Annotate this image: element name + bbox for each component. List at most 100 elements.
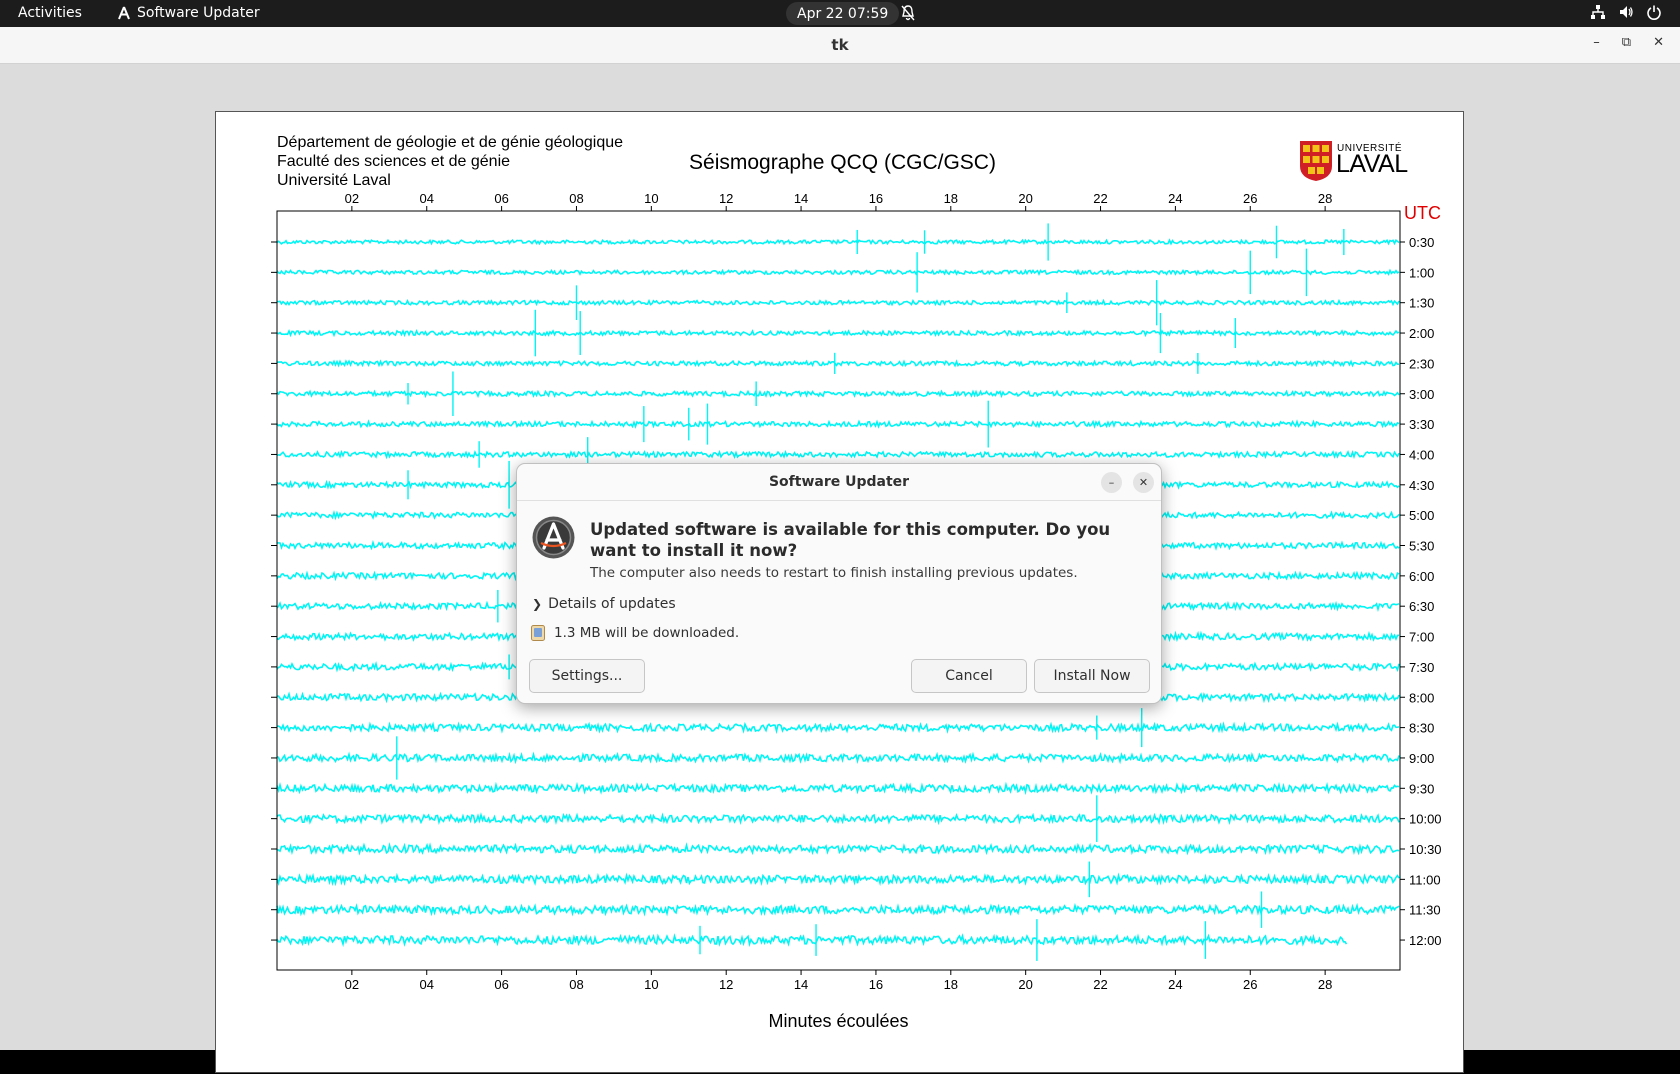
volume-icon: [1620, 6, 1633, 18]
trace-row: [276, 298, 1400, 307]
trace-row: [276, 933, 1348, 948]
clock[interactable]: Apr 22 07:59: [786, 2, 900, 25]
trace-row: [276, 842, 1400, 856]
row-label: 6:30: [1409, 599, 1434, 614]
row-label: 1:00: [1409, 265, 1434, 280]
window-titlebar[interactable]: tk – ⧉ ✕: [0, 27, 1680, 64]
trace-row: [276, 781, 1400, 796]
row-label: 11:30: [1409, 903, 1441, 918]
trace-row: [276, 328, 1400, 338]
close-icon[interactable]: ✕: [1653, 35, 1664, 50]
x-tick-label-top: 08: [569, 191, 583, 206]
x-tick-label-top: 24: [1168, 191, 1182, 206]
window-title: tk: [831, 36, 849, 54]
x-tick-label-top: 26: [1243, 191, 1257, 206]
x-tick-label-bottom: 08: [569, 977, 583, 992]
x-tick-label-bottom: 22: [1093, 977, 1107, 992]
system-tray[interactable]: [1590, 4, 1662, 20]
dialog-close-icon[interactable]: ✕: [1133, 472, 1154, 493]
dialog-headline: Updated software is available for this c…: [590, 520, 1111, 560]
notifications-muted-icon: [901, 5, 915, 21]
row-label: 2:00: [1409, 326, 1434, 341]
x-tick-label-top: 14: [794, 191, 808, 206]
trace-row: [276, 389, 1400, 399]
x-tick-label-bottom: 06: [494, 977, 508, 992]
x-tick-label-top: 22: [1093, 191, 1107, 206]
row-label: 9:00: [1409, 751, 1434, 766]
row-label: 8:30: [1409, 721, 1434, 736]
row-label: 4:00: [1409, 447, 1434, 462]
row-label: 10:00: [1409, 812, 1442, 827]
trace-row: [276, 238, 1400, 246]
trace-row: [276, 268, 1400, 277]
tk-window: tk – ⧉ ✕ Département de géologie et de g…: [0, 27, 1680, 1073]
x-tick-label-top: 28: [1318, 191, 1332, 206]
x-tick-label-bottom: 28: [1318, 977, 1332, 992]
trace-row: [276, 872, 1400, 887]
x-tick-label-bottom: 16: [869, 977, 883, 992]
x-tick-label-top: 12: [719, 191, 733, 206]
minimize-icon[interactable]: –: [1593, 35, 1600, 50]
trace-row: [276, 449, 1400, 460]
row-label: 7:30: [1409, 660, 1434, 675]
row-label: 4:30: [1409, 478, 1434, 493]
maximize-icon[interactable]: ⧉: [1622, 35, 1631, 50]
top-bar: Activities Software Updater Apr 22 07:59: [0, 0, 1680, 27]
row-label: 9:30: [1409, 781, 1434, 796]
trace-row: [276, 751, 1400, 765]
dialog-header[interactable]: Software Updater – ✕: [517, 464, 1161, 501]
x-tick-label-bottom: 12: [719, 977, 733, 992]
dialog-subline: The computer also needs to restart to fi…: [590, 565, 1078, 581]
clock-label: Apr 22 07:59: [797, 5, 889, 22]
row-label: 11:00: [1409, 872, 1441, 887]
download-size-row: 1.3 MB will be downloaded.: [531, 625, 739, 641]
details-of-updates-expander[interactable]: ❯ Details of updates: [532, 596, 676, 612]
x-tick-label-top: 06: [494, 191, 508, 206]
row-label: 6:00: [1409, 569, 1434, 584]
row-label: 1:30: [1409, 296, 1434, 311]
dialog-minimize-icon[interactable]: –: [1101, 472, 1122, 493]
software-updater-dialog: Software Updater – ✕ Updated software is…: [516, 463, 1162, 704]
x-tick-label-top: 18: [944, 191, 958, 206]
software-updater-app-icon: [532, 516, 575, 559]
trace-row: [276, 812, 1400, 826]
dialog-title: Software Updater: [768, 474, 910, 490]
install-now-button[interactable]: Install Now: [1034, 659, 1150, 693]
x-tick-label-bottom: 24: [1168, 977, 1182, 992]
x-axis-label: Minutes écoulées: [768, 1011, 908, 1031]
row-label: 5:30: [1409, 539, 1434, 554]
utc-label: UTC: [1404, 203, 1441, 223]
row-label: 2:30: [1409, 356, 1434, 371]
download-size-label: 1.3 MB will be downloaded.: [554, 625, 740, 641]
package-icon: [531, 625, 545, 641]
row-label: 10:30: [1409, 842, 1442, 857]
trace-row: [276, 902, 1400, 917]
row-label: 0:30: [1409, 235, 1434, 250]
x-tick-label-top: 02: [345, 191, 359, 206]
x-tick-label-top: 16: [869, 191, 883, 206]
trace-row: [276, 359, 1399, 368]
chevron-right-icon: ❯: [532, 597, 543, 611]
row-label: 5:00: [1409, 508, 1434, 523]
row-label: 3:00: [1409, 387, 1434, 402]
trace-row: [276, 721, 1400, 735]
x-tick-label-top: 20: [1018, 191, 1032, 206]
x-tick-label-top: 10: [644, 191, 658, 206]
row-label: 8:00: [1409, 690, 1434, 705]
activities-button[interactable]: Activities: [18, 5, 82, 21]
row-label: 12:00: [1409, 933, 1442, 948]
cancel-button[interactable]: Cancel: [911, 659, 1027, 693]
x-tick-label-bottom: 14: [794, 977, 808, 992]
details-label: Details of updates: [548, 596, 676, 612]
x-tick-label-bottom: 10: [644, 977, 658, 992]
trace-row: [276, 419, 1400, 429]
app-menu[interactable]: Software Updater: [117, 5, 260, 21]
x-tick-label-bottom: 26: [1243, 977, 1257, 992]
power-icon: [1647, 5, 1661, 20]
settings-button[interactable]: Settings...: [529, 659, 645, 693]
x-tick-label-bottom: 02: [345, 977, 359, 992]
x-tick-label-bottom: 04: [419, 977, 433, 992]
row-label: 7:00: [1409, 630, 1434, 645]
x-tick-label-bottom: 20: [1018, 977, 1032, 992]
x-tick-label-bottom: 18: [944, 977, 958, 992]
